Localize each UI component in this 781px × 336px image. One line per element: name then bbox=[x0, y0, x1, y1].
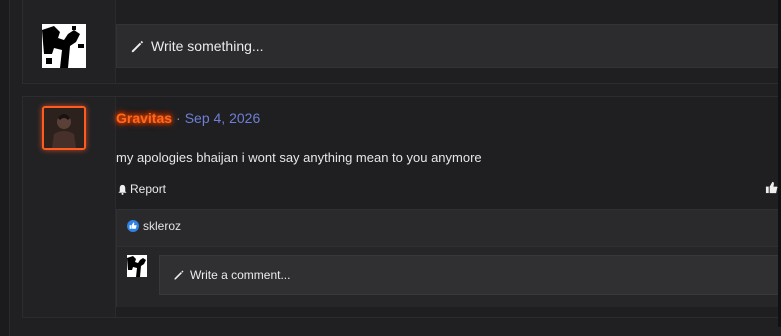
comment-avatar bbox=[127, 255, 147, 277]
write-comment-input[interactable]: Write a comment... bbox=[159, 255, 781, 295]
post-message: my apologies bhaijan i wont say anything… bbox=[116, 150, 482, 165]
report-button[interactable]: Report bbox=[117, 182, 166, 196]
bell-icon bbox=[118, 184, 127, 195]
reaction-user-name: skleroz bbox=[143, 219, 182, 233]
reaction-list-item[interactable]: skleroz bbox=[127, 219, 181, 233]
post-date-link[interactable]: Sep 4, 2026 bbox=[185, 110, 261, 126]
write-something-input[interactable]: Write something... bbox=[116, 24, 781, 68]
like-reaction-icon bbox=[127, 220, 139, 232]
reactions-and-comments: skleroz Write a comment... bbox=[116, 209, 781, 307]
profile-post: Gravitas · Sep 4, 2026 my apologies bhai… bbox=[22, 96, 781, 318]
report-label: Report bbox=[130, 182, 167, 196]
status-composer: Write something... bbox=[22, 0, 781, 84]
username-link[interactable]: Gravitas bbox=[116, 110, 173, 126]
post-header: Gravitas · Sep 4, 2026 bbox=[116, 110, 260, 126]
comment-composer: Write a comment... bbox=[117, 246, 781, 307]
pencil-icon bbox=[174, 270, 184, 280]
write-something-placeholder: Write something... bbox=[151, 38, 264, 54]
header-separator: · bbox=[176, 110, 181, 126]
write-comment-placeholder: Write a comment... bbox=[190, 268, 291, 282]
pencil-icon bbox=[131, 40, 144, 52]
avatar[interactable] bbox=[42, 24, 86, 68]
thumbs-up-icon bbox=[765, 181, 778, 194]
user-avatar[interactable] bbox=[42, 106, 86, 150]
